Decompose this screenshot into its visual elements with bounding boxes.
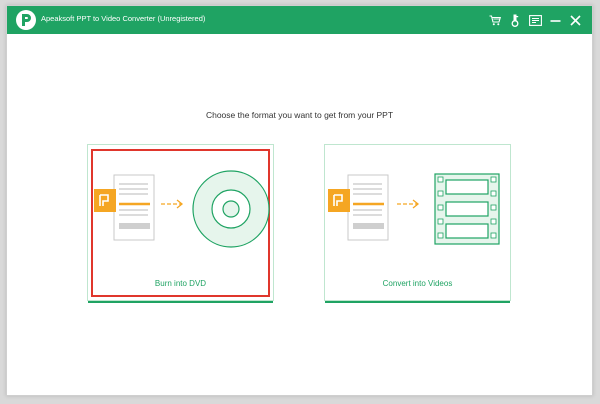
burn-dvd-label: Burn into DVD <box>154 279 207 288</box>
convert-videos-option[interactable]: Convert into Videos <box>324 144 511 303</box>
feedback-icon[interactable] <box>526 12 544 28</box>
minimize-icon[interactable] <box>546 12 564 28</box>
app-logo-icon <box>16 10 36 30</box>
cart-icon[interactable] <box>486 12 504 28</box>
option-underline <box>88 301 273 303</box>
ppt-document-icon <box>328 174 389 241</box>
arrow-right-icon <box>161 199 184 209</box>
app-window: Apeaksoft PPT to Video Converter (Unregi… <box>6 5 593 396</box>
close-icon[interactable] <box>566 12 584 28</box>
window-title: Apeaksoft PPT to Video Converter (Unregi… <box>41 14 206 23</box>
arrow-right-icon <box>397 199 420 209</box>
format-prompt: Choose the format you want to get from y… <box>205 110 394 120</box>
ppt-document-icon <box>94 174 155 241</box>
dvd-disc-icon <box>192 170 270 248</box>
convert-videos-label: Convert into Videos <box>382 279 453 288</box>
option-underline <box>325 301 510 303</box>
key-icon[interactable] <box>506 12 524 28</box>
title-bar: Apeaksoft PPT to Video Converter (Unregi… <box>7 6 592 34</box>
burn-dvd-option[interactable]: Burn into DVD <box>87 144 274 303</box>
film-strip-icon <box>434 173 500 245</box>
